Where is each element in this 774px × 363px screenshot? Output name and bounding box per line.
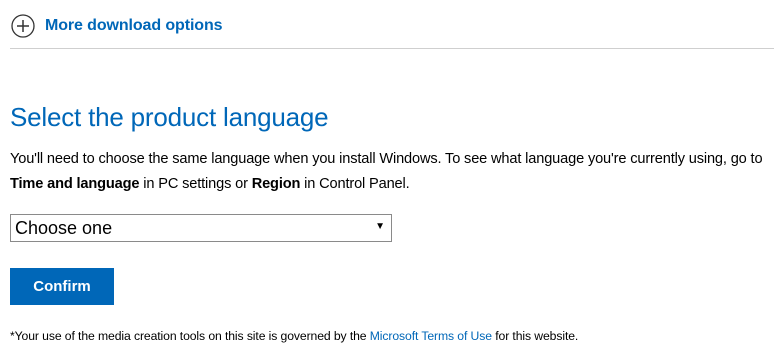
section-divider bbox=[10, 48, 774, 49]
description-text-1: You'll need to choose the same language … bbox=[10, 151, 763, 167]
footnote-suffix: for this website. bbox=[491, 329, 579, 343]
confirm-button[interactable]: Confirm bbox=[10, 268, 114, 305]
footnote-prefix: *Your use of the media creation tools on… bbox=[10, 329, 370, 343]
language-description: You'll need to choose the same language … bbox=[10, 147, 770, 197]
region-setting: Region bbox=[251, 176, 301, 192]
terms-footnote: *Your use of the media creation tools on… bbox=[10, 329, 578, 343]
time-and-language-setting: Time and language bbox=[10, 176, 140, 192]
dropdown-arrow-icon: ▼ bbox=[375, 221, 385, 232]
language-select[interactable]: Choose one ▼ bbox=[10, 214, 392, 242]
terms-of-use-link[interactable]: Microsoft Terms of Use bbox=[370, 329, 492, 343]
more-download-options-link[interactable]: More download options bbox=[45, 17, 223, 35]
description-text-2: in PC settings or bbox=[139, 176, 252, 192]
language-select-value: Choose one bbox=[15, 217, 113, 238]
section-heading: Select the product language bbox=[10, 102, 329, 132]
description-text-3: in Control Panel. bbox=[300, 176, 410, 192]
plus-circle-icon[interactable] bbox=[11, 14, 35, 38]
more-download-options[interactable]: More download options bbox=[11, 14, 223, 38]
